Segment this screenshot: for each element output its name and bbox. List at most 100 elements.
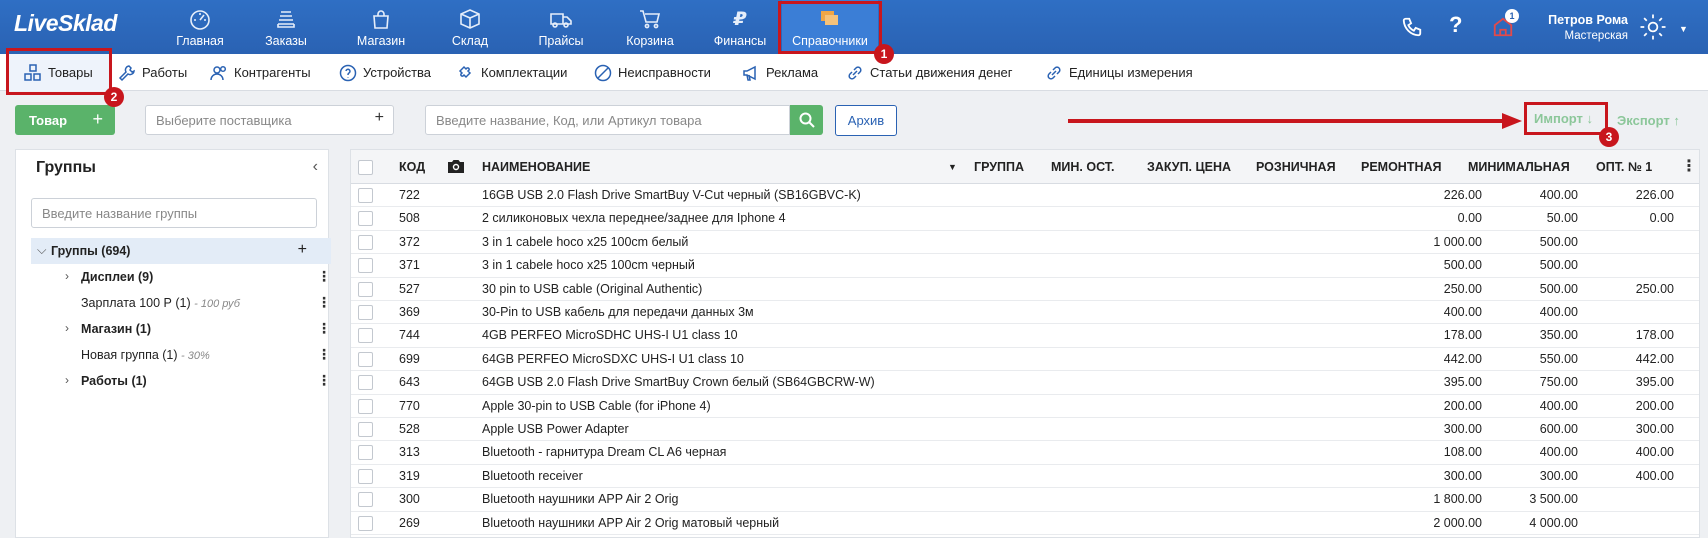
column-header-retail[interactable]: РОЗНИЧНАЯ (1256, 150, 1336, 184)
sort-desc-icon[interactable]: ▼ (948, 162, 957, 172)
column-header-code[interactable]: КОД (399, 150, 425, 184)
table-row[interactable]: 508 2 силиконовых чехла переднее/заднее д… (351, 207, 1699, 231)
add-group-button[interactable]: + (298, 241, 307, 259)
table-row[interactable]: 699 64GB PERFEO MicroSDXC UHS-I U1 class … (351, 348, 1699, 372)
nav-prices[interactable]: Прайсы (530, 0, 592, 54)
row-checkbox[interactable] (358, 422, 373, 437)
column-header-min-stock[interactable]: МИН. ОСТ. (1051, 150, 1115, 184)
row-checkbox[interactable] (358, 515, 373, 531)
row-checkbox[interactable] (358, 492, 373, 508)
plus-icon[interactable]: + (375, 109, 384, 127)
nav-finance[interactable]: ₽ Финансы (708, 0, 772, 54)
supplier-select[interactable]: Выберите поставщика + (145, 105, 394, 135)
tab-kits[interactable]: Комплектации (457, 54, 567, 91)
table-row[interactable]: 528 Apple USB Power Adapter 300.00 600.00 30… (351, 418, 1699, 442)
table-row[interactable]: 527 30 pin to USB cable (Original Authent… (351, 278, 1699, 301)
cell-purchase-price: 178.00 (1443, 328, 1482, 343)
row-checkbox[interactable] (358, 234, 373, 250)
chevron-right-icon[interactable]: › (65, 269, 69, 283)
annotation-box (778, 1, 882, 54)
group-search-input[interactable]: Введите название группы (31, 198, 317, 228)
user-block[interactable]: Петров Рома Мастерская (1540, 13, 1628, 42)
app-logo[interactable]: LiveSklad (14, 10, 117, 37)
more-vertical-icon[interactable]: ⋮ (317, 294, 331, 311)
more-vertical-icon[interactable]: ⋮ (317, 372, 331, 389)
chevron-right-icon[interactable]: › (65, 373, 69, 387)
column-header-name[interactable]: НАИМЕНОВАНИЕ (482, 150, 590, 184)
export-button[interactable]: Экспорт ↑ (1617, 113, 1680, 128)
more-vertical-icon[interactable]: ⋮ (317, 268, 331, 285)
help-icon[interactable]: ? (1449, 12, 1462, 38)
tab-contractors[interactable]: Контрагенты (210, 54, 311, 91)
nav-orders[interactable]: Заказы (256, 0, 316, 54)
nav-warehouse[interactable]: Склад (440, 0, 500, 54)
row-checkbox[interactable] (358, 351, 373, 367)
group-tree-root[interactable]: ⌵ Группы (694) + (31, 238, 331, 264)
column-header-purchase-price[interactable]: ЗАКУП. ЦЕНА (1147, 150, 1231, 184)
table-row[interactable]: 319 Bluetooth receiver 300.00 300.00 400.00 (351, 465, 1699, 489)
cell-name: 30 pin to USB cable (Original Authentic) (482, 281, 703, 296)
search-placeholder: Введите название, Код, или Артикул товар… (436, 113, 702, 128)
tab-devices[interactable]: Устройства (339, 54, 431, 91)
more-vertical-icon[interactable]: ⋮ (317, 320, 331, 337)
tree-root-pointer (316, 238, 324, 264)
select-all-checkbox[interactable] (358, 160, 373, 175)
chevron-right-icon[interactable]: › (65, 321, 69, 335)
table-row[interactable]: 369 30-Pin to USB кабель для передачи дан… (351, 301, 1699, 325)
row-checkbox[interactable] (358, 211, 373, 227)
tab-label: Устройства (363, 65, 432, 80)
phone-icon[interactable] (1401, 16, 1423, 43)
group-item[interactable]: › Дисплеи (9) ⋮ (31, 264, 331, 290)
row-checkbox[interactable] (358, 188, 373, 203)
row-checkbox[interactable] (358, 305, 373, 320)
row-checkbox[interactable] (358, 258, 373, 274)
annotation-marker: 1 (874, 44, 894, 64)
group-item[interactable]: Новая группа (1) - 30% ⋮ (31, 342, 331, 368)
cell-code: 508 (399, 211, 420, 226)
table-row[interactable]: 371 3 in 1 cabele hoco x25 100cm черный 50… (351, 254, 1699, 278)
row-checkbox[interactable] (358, 445, 373, 461)
row-checkbox[interactable] (358, 375, 373, 391)
tab-malfunctions[interactable]: Неисправности (594, 54, 711, 91)
table-row[interactable]: 313 Bluetooth - гарнитура Dream CL A6 чер… (351, 441, 1699, 465)
column-header-wholesale-1[interactable]: ОПТ. № 1 (1596, 150, 1652, 184)
tab-label: Статьи движения денег (870, 65, 1013, 80)
group-item[interactable]: › Работы (1) ⋮ (31, 368, 331, 394)
column-header-group[interactable]: ГРУППА (974, 150, 1024, 184)
nav-shop[interactable]: Магазин (348, 0, 414, 54)
chevron-down-icon[interactable]: ▼ (1679, 24, 1688, 34)
row-checkbox[interactable] (358, 328, 373, 344)
search-button[interactable] (790, 105, 823, 135)
nav-cart[interactable]: Корзина (618, 0, 682, 54)
table-row[interactable]: 643 64GB USB 2.0 Flash Drive SmartBuy Cro… (351, 371, 1699, 395)
product-search-input[interactable]: Введите название, Код, или Артикул товар… (425, 105, 790, 135)
nav-dashboard[interactable]: Главная (170, 0, 230, 54)
column-header-minimal[interactable]: МИНИМАЛЬНАЯ (1468, 150, 1570, 184)
table-row[interactable]: 300 Bluetooth наушники APP Air 2 Orig 1 80… (351, 488, 1699, 512)
group-item[interactable]: Зарплата 100 Р (1) - 100 руб ⋮ (31, 290, 331, 316)
camera-icon (447, 158, 465, 179)
archive-button[interactable]: Архив (835, 105, 897, 136)
settings-gear-icon[interactable] (1637, 12, 1669, 47)
row-checkbox[interactable] (358, 281, 373, 297)
column-header-repair[interactable]: РЕМОНТНАЯ (1361, 150, 1442, 184)
table-row[interactable]: 744 4GB PERFEO MicroSDHC UHS-I U1 class 1… (351, 324, 1699, 348)
tab-units[interactable]: Единицы измерения (1045, 54, 1193, 91)
add-product-button[interactable]: Товар + (15, 105, 115, 135)
more-vertical-icon[interactable]: ⋮ (317, 346, 331, 363)
more-vertical-icon[interactable]: ⋮ (1681, 156, 1697, 176)
table-row[interactable]: 372 3 in 1 cabele hoco x25 100cm белый 1 0… (351, 231, 1699, 255)
tab-works[interactable]: Работы (118, 54, 187, 91)
tab-advertising[interactable]: Реклама (742, 54, 818, 91)
annotation-box (6, 48, 112, 95)
row-checkbox[interactable] (358, 468, 373, 484)
group-item[interactable]: › Магазин (1) ⋮ (31, 316, 331, 342)
chevron-left-icon[interactable]: ‹ (313, 158, 318, 176)
table-row[interactable]: 269 Bluetooth наушники APP Air 2 Orig мат… (351, 512, 1699, 535)
row-checkbox[interactable] (358, 398, 373, 414)
chevron-down-icon[interactable]: ⌵ (37, 243, 46, 258)
tab-cashflow-items[interactable]: Статьи движения денег (846, 54, 1012, 91)
table-row[interactable]: 722 16GB USB 2.0 Flash Drive SmartBuy V-C… (351, 184, 1699, 208)
table-row[interactable]: 770 Apple 30-pin to USB Cable (for iPhone… (351, 395, 1699, 418)
cell-purchase-price: 400.00 (1443, 305, 1482, 319)
